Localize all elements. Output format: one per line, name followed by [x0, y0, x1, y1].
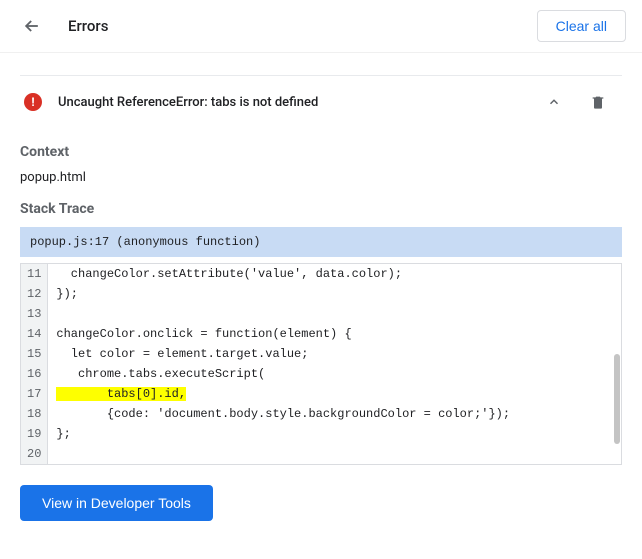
code-line: };	[54, 424, 621, 444]
stack-trace-banner[interactable]: popup.js:17 (anonymous function)	[20, 227, 622, 257]
clear-all-button[interactable]: Clear all	[537, 10, 626, 42]
line-number: 13	[21, 304, 47, 324]
arrow-left-icon	[22, 16, 42, 36]
code-gutter: 11121314151617181920	[21, 264, 48, 464]
error-icon: !	[24, 93, 42, 111]
collapse-button[interactable]	[542, 90, 566, 114]
delete-button[interactable]	[586, 90, 610, 114]
chevron-up-icon	[547, 95, 561, 109]
line-number: 19	[21, 424, 47, 444]
code-line: let color = element.target.value;	[54, 344, 621, 364]
error-title: Uncaught ReferenceError: tabs is not def…	[58, 95, 542, 110]
line-number: 17	[21, 384, 47, 404]
view-dev-tools-button[interactable]: View in Developer Tools	[20, 485, 213, 521]
code-line: });	[54, 284, 621, 304]
scrollbar-thumb[interactable]	[614, 354, 620, 444]
line-number: 15	[21, 344, 47, 364]
code-line: changeColor.setAttribute('value', data.c…	[54, 264, 621, 284]
context-label: Context	[20, 144, 622, 160]
page-header: Errors Clear all	[0, 0, 642, 53]
code-line: chrome.tabs.executeScript(	[54, 364, 621, 384]
line-number: 11	[21, 264, 47, 284]
code-line	[54, 444, 621, 464]
line-number: 14	[21, 324, 47, 344]
line-number: 12	[21, 284, 47, 304]
code-line: tabs[0].id,	[54, 384, 621, 404]
code-line: {code: 'document.body.style.backgroundCo…	[54, 404, 621, 424]
content-area: ! Uncaught ReferenceError: tabs is not d…	[0, 53, 642, 541]
line-number: 18	[21, 404, 47, 424]
page-title: Errors	[68, 17, 537, 35]
back-button[interactable]	[20, 14, 44, 38]
line-number: 20	[21, 444, 47, 464]
code-block: 11121314151617181920 changeColor.setAttr…	[20, 263, 622, 465]
line-number: 16	[21, 364, 47, 384]
code-line	[54, 304, 621, 324]
code-line: changeColor.onclick = function(element) …	[54, 324, 621, 344]
context-value: popup.html	[20, 170, 622, 185]
stack-trace-label: Stack Trace	[20, 201, 622, 217]
error-item-header[interactable]: ! Uncaught ReferenceError: tabs is not d…	[20, 75, 622, 128]
code-lines: changeColor.setAttribute('value', data.c…	[48, 264, 621, 464]
trash-icon	[590, 93, 606, 111]
